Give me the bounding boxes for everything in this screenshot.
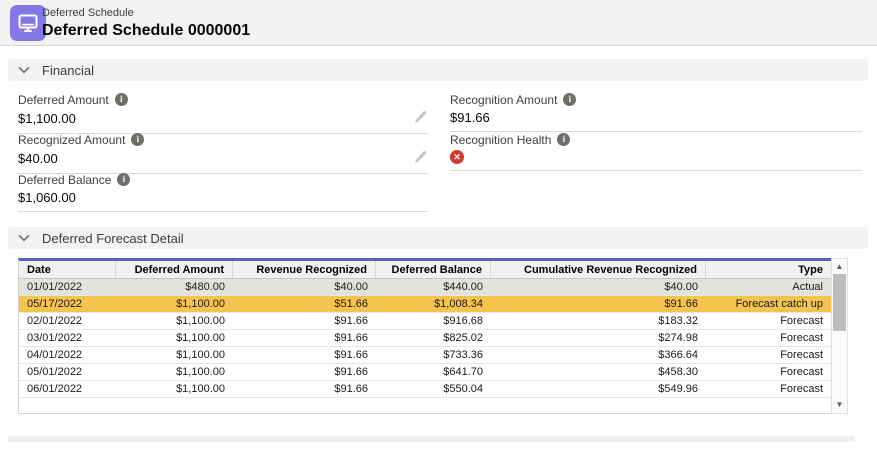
table-cell: $91.66 [233, 347, 376, 363]
column-header-type[interactable]: Type [706, 261, 831, 278]
field-label: Deferred Balance [18, 173, 111, 187]
table-row[interactable]: 05/17/2022$1,100.00$51.66$1,008.34$91.66… [19, 296, 831, 313]
deferred-schedule-page: Deferred Schedule Deferred Schedule 0000… [0, 0, 877, 450]
table-row[interactable]: 06/01/2022$1,100.00$91.66$550.04$549.96F… [19, 381, 831, 398]
desktop-monitor-icon [16, 11, 40, 35]
field-value: $40.00 [18, 151, 58, 166]
section-title-financial: Financial [42, 63, 94, 78]
table-row[interactable]: 04/01/2022$1,100.00$91.66$733.36$366.64F… [19, 347, 831, 364]
field-recognized-amount: Recognized Amount i $40.00 [18, 132, 428, 174]
section-header-forecast-detail[interactable]: Deferred Forecast Detail [8, 227, 868, 249]
table-row[interactable]: 03/01/2022$1,100.00$91.66$825.02$274.98F… [19, 330, 831, 347]
table-cell: $1,100.00 [116, 330, 233, 346]
table-cell: $91.66 [491, 296, 706, 312]
deferred-schedule-entity-icon [10, 5, 46, 41]
info-icon[interactable]: i [117, 173, 130, 186]
scroll-up-arrow[interactable]: ▲ [832, 260, 847, 274]
table-cell: 05/17/2022 [19, 296, 116, 312]
table-cell: Forecast catch up [706, 296, 831, 312]
table-cell: $825.02 [376, 330, 491, 346]
table-cell: Forecast [706, 381, 831, 397]
table-cell: $91.66 [233, 330, 376, 346]
field-recognition-health: Recognition Health i ✕ [450, 132, 862, 171]
forecast-table-body: 01/01/2022$480.00$40.00$440.00$40.00Actu… [19, 279, 831, 398]
column-header-cumulative-revenue-recognized[interactable]: Cumulative Revenue Recognized [491, 261, 706, 278]
entity-type-label: Deferred Schedule [42, 6, 250, 20]
field-recognition-amount: Recognition Amount i $91.66 [450, 92, 862, 132]
field-value: $1,060.00 [18, 190, 76, 205]
table-cell: 06/01/2022 [19, 381, 116, 397]
table-cell: $1,100.00 [116, 296, 233, 312]
table-cell: Forecast [706, 313, 831, 329]
table-cell: $1,008.34 [376, 296, 491, 312]
record-titles: Deferred Schedule Deferred Schedule 0000… [42, 6, 250, 41]
table-cell: $1,100.00 [116, 381, 233, 397]
column-header-deferred-amount[interactable]: Deferred Amount [116, 261, 233, 278]
table-cell: $440.00 [376, 279, 491, 295]
section-title-forecast-detail: Deferred Forecast Detail [42, 231, 184, 246]
section-header-financial[interactable]: Financial [8, 59, 868, 81]
table-cell: $91.66 [233, 364, 376, 380]
table-cell: $480.00 [116, 279, 233, 295]
info-icon[interactable]: i [115, 93, 128, 106]
table-cell: 03/01/2022 [19, 330, 116, 346]
table-cell: $366.64 [491, 347, 706, 363]
column-header-revenue-recognized[interactable]: Revenue Recognized [233, 261, 376, 278]
chevron-down-icon [18, 66, 30, 74]
field-label: Recognition Amount [450, 93, 557, 107]
table-cell: $1,100.00 [116, 313, 233, 329]
scroll-down-arrow[interactable]: ▼ [832, 398, 847, 412]
table-cell: 01/01/2022 [19, 279, 116, 295]
table-cell: Forecast [706, 364, 831, 380]
field-deferred-balance: Deferred Balance i $1,060.00 [18, 172, 428, 212]
table-cell: $458.30 [491, 364, 706, 380]
forecast-table-header: Date Deferred Amount Revenue Recognized … [19, 261, 831, 279]
pencil-icon[interactable] [414, 110, 428, 127]
info-icon[interactable]: i [563, 93, 576, 106]
field-deferred-amount: Deferred Amount i $1,100.00 [18, 92, 428, 134]
table-cell: $51.66 [233, 296, 376, 312]
table-cell: 04/01/2022 [19, 347, 116, 363]
table-cell: $1,100.00 [116, 364, 233, 380]
column-header-date[interactable]: Date [19, 261, 116, 278]
record-title: Deferred Schedule 0000001 [42, 21, 250, 41]
field-value: $91.66 [450, 110, 490, 125]
table-cell: $733.36 [376, 347, 491, 363]
error-red-x-icon: ✕ [450, 150, 464, 164]
table-cell: $40.00 [491, 279, 706, 295]
vertical-scrollbar[interactable]: ▲ ▼ [831, 258, 848, 414]
forecast-table: Date Deferred Amount Revenue Recognized … [18, 258, 848, 414]
table-cell: Forecast [706, 347, 831, 363]
table-cell: Forecast [706, 330, 831, 346]
chevron-down-icon [18, 234, 30, 242]
table-cell: $40.00 [233, 279, 376, 295]
table-cell: $274.98 [491, 330, 706, 346]
info-icon[interactable]: i [557, 133, 570, 146]
table-cell: $183.32 [491, 313, 706, 329]
column-header-deferred-balance[interactable]: Deferred Balance [376, 261, 491, 278]
table-cell: $1,100.00 [116, 347, 233, 363]
table-cell: $549.96 [491, 381, 706, 397]
field-label: Deferred Amount [18, 93, 109, 107]
table-cell: $91.66 [233, 381, 376, 397]
table-cell: 02/01/2022 [19, 313, 116, 329]
table-row[interactable]: 02/01/2022$1,100.00$91.66$916.68$183.32F… [19, 313, 831, 330]
table-cell: $641.70 [376, 364, 491, 380]
field-label: Recognition Health [450, 133, 551, 147]
table-row[interactable]: 05/01/2022$1,100.00$91.66$641.70$458.30F… [19, 364, 831, 381]
table-cell: $550.04 [376, 381, 491, 397]
info-icon[interactable]: i [131, 133, 144, 146]
next-section-bar[interactable] [8, 436, 855, 442]
forecast-grid: Date Deferred Amount Revenue Recognized … [18, 258, 831, 414]
table-cell: $916.68 [376, 313, 491, 329]
field-label: Recognized Amount [18, 133, 125, 147]
pencil-icon[interactable] [414, 150, 428, 167]
scrollbar-thumb[interactable] [833, 274, 846, 331]
table-cell: Actual [706, 279, 831, 295]
table-cell: 05/01/2022 [19, 364, 116, 380]
record-header: Deferred Schedule Deferred Schedule 0000… [0, 0, 877, 46]
table-row[interactable]: 01/01/2022$480.00$40.00$440.00$40.00Actu… [19, 279, 831, 296]
table-cell: $91.66 [233, 313, 376, 329]
field-value: $1,100.00 [18, 111, 76, 126]
